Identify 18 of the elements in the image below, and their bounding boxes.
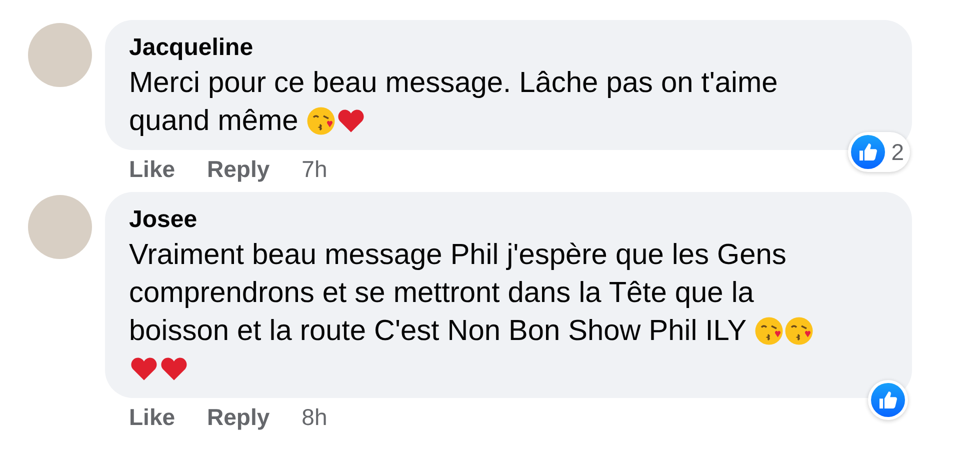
like-link[interactable]: Like [129,156,176,182]
reaction-badge[interactable]: 2 [848,132,910,172]
reaction-badge[interactable] [868,380,908,420]
like-link[interactable]: Like [129,404,176,430]
comment-time: 7h [302,156,328,182]
reply-link[interactable]: Reply [207,404,270,430]
reaction-count: 2 [891,138,904,166]
comment-text: Merci pour ce beau message. Lâche pas on t'aime quand même [129,66,779,139]
comment-author[interactable]: Jacqueline [129,34,888,62]
comment-author[interactable]: Josee [129,206,888,234]
kissing-face-icon [784,316,814,346]
kissing-face-icon [754,316,784,346]
kissing-face-icon [306,106,336,136]
reply-link[interactable]: Reply [207,156,270,182]
comment-time: 8h [302,404,328,430]
thumbs-up-icon [871,383,905,417]
thumbs-up-icon [851,135,886,169]
comment-text: Vraiment beau message Phil j'espère que les Gens comprendrons et se mettront dans la Tête que la boisson et la route C'est Non Bon Show Phil ILY [129,236,839,388]
